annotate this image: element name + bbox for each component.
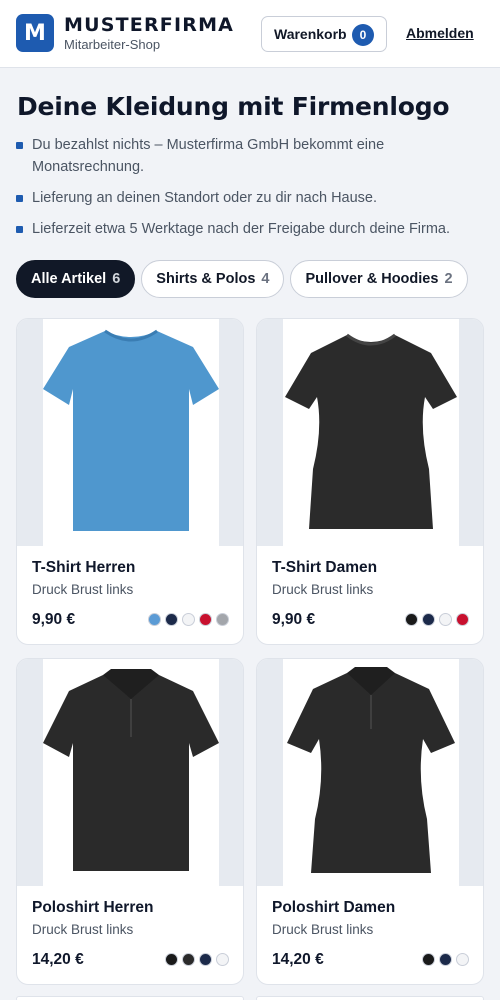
brand-name: MUSTERFIRMA <box>64 14 235 36</box>
color-swatch[interactable] <box>456 613 469 626</box>
product-card[interactable] <box>16 996 244 1000</box>
product-print-info: Druck Brust links <box>32 582 134 597</box>
color-swatch[interactable] <box>199 613 212 626</box>
color-swatch[interactable] <box>422 953 435 966</box>
filter-chip-label: Shirts & Polos <box>156 271 256 287</box>
tshirt-men-icon <box>43 329 219 531</box>
color-swatch[interactable] <box>439 613 452 626</box>
product-name: Poloshirt Damen <box>272 899 396 916</box>
color-swatch[interactable] <box>439 953 452 966</box>
info-bullet-list: Du bezahlst nichts – Musterfirma GmbH be… <box>16 134 482 249</box>
filter-chip-shirts-polos[interactable]: Shirts & Polos 4 <box>141 260 285 298</box>
filter-chip-count: 2 <box>444 271 453 287</box>
filter-chip-pullover-hoodies[interactable]: Pullover & Hoodies 2 <box>290 260 468 298</box>
color-swatch[interactable] <box>216 953 229 966</box>
brand-subtitle: Mitarbeiter-Shop <box>64 37 161 52</box>
page-title: Deine Kleidung mit Firmenlogo <box>17 92 450 121</box>
color-swatch[interactable] <box>165 613 178 626</box>
polo-men-icon <box>43 669 219 871</box>
product-card[interactable]: Poloshirt Herren Druck Brust links 14,20… <box>16 658 244 985</box>
cart-count-badge: 0 <box>352 24 374 46</box>
filter-chip-label: Pullover & Hoodies <box>305 271 439 287</box>
company-logo[interactable]: M <box>16 14 54 52</box>
product-price: 14,20 € <box>32 951 84 968</box>
product-name: T-Shirt Herren <box>32 559 136 576</box>
product-print-info: Druck Brust links <box>272 922 374 937</box>
info-bullet: Du bezahlst nichts – Musterfirma GmbH be… <box>16 134 482 178</box>
cart-label: Warenkorb <box>274 26 347 42</box>
color-swatches <box>148 613 229 626</box>
filter-chip-label: Alle Artikel <box>31 271 107 287</box>
color-swatch[interactable] <box>199 953 212 966</box>
product-image[interactable] <box>17 319 243 546</box>
color-swatch[interactable] <box>182 953 195 966</box>
category-filter-bar: Alle Artikel 6 Shirts & Polos 4 Pullover… <box>16 260 468 298</box>
product-price: 9,90 € <box>32 611 76 628</box>
color-swatch[interactable] <box>216 613 229 626</box>
product-card[interactable]: Poloshirt Damen Druck Brust links 14,20 … <box>256 658 484 985</box>
product-card[interactable] <box>256 996 484 1000</box>
product-print-info: Druck Brust links <box>272 582 374 597</box>
color-swatches <box>422 953 469 966</box>
cart-button[interactable]: Warenkorb 0 <box>261 16 387 52</box>
color-swatch[interactable] <box>456 953 469 966</box>
info-bullet: Lieferzeit etwa 5 Werktage nach der Frei… <box>16 218 482 240</box>
color-swatch[interactable] <box>165 953 178 966</box>
product-image[interactable] <box>257 319 483 546</box>
product-name: Poloshirt Herren <box>32 899 154 916</box>
logout-link[interactable]: Abmelden <box>406 25 474 41</box>
product-price: 14,20 € <box>272 951 324 968</box>
filter-chip-all[interactable]: Alle Artikel 6 <box>16 260 136 298</box>
product-card[interactable]: T-Shirt Herren Druck Brust links 9,90 € <box>16 318 244 645</box>
color-swatch[interactable] <box>148 613 161 626</box>
header: M MUSTERFIRMA Mitarbeiter-Shop Warenkorb… <box>0 0 500 68</box>
info-bullet: Lieferung an deinen Standort oder zu dir… <box>16 187 482 209</box>
filter-chip-count: 6 <box>112 271 121 287</box>
product-image[interactable] <box>257 659 483 886</box>
color-swatches <box>405 613 469 626</box>
color-swatch[interactable] <box>405 613 418 626</box>
color-swatches <box>165 953 229 966</box>
product-name: T-Shirt Damen <box>272 559 378 576</box>
filter-chip-count: 4 <box>261 271 270 287</box>
color-swatch[interactable] <box>182 613 195 626</box>
product-print-info: Druck Brust links <box>32 922 134 937</box>
color-swatch[interactable] <box>422 613 435 626</box>
product-image[interactable] <box>17 659 243 886</box>
tshirt-women-icon <box>285 333 457 529</box>
polo-women-icon <box>287 667 455 873</box>
product-price: 9,90 € <box>272 611 316 628</box>
product-card[interactable]: T-Shirt Damen Druck Brust links 9,90 € <box>256 318 484 645</box>
